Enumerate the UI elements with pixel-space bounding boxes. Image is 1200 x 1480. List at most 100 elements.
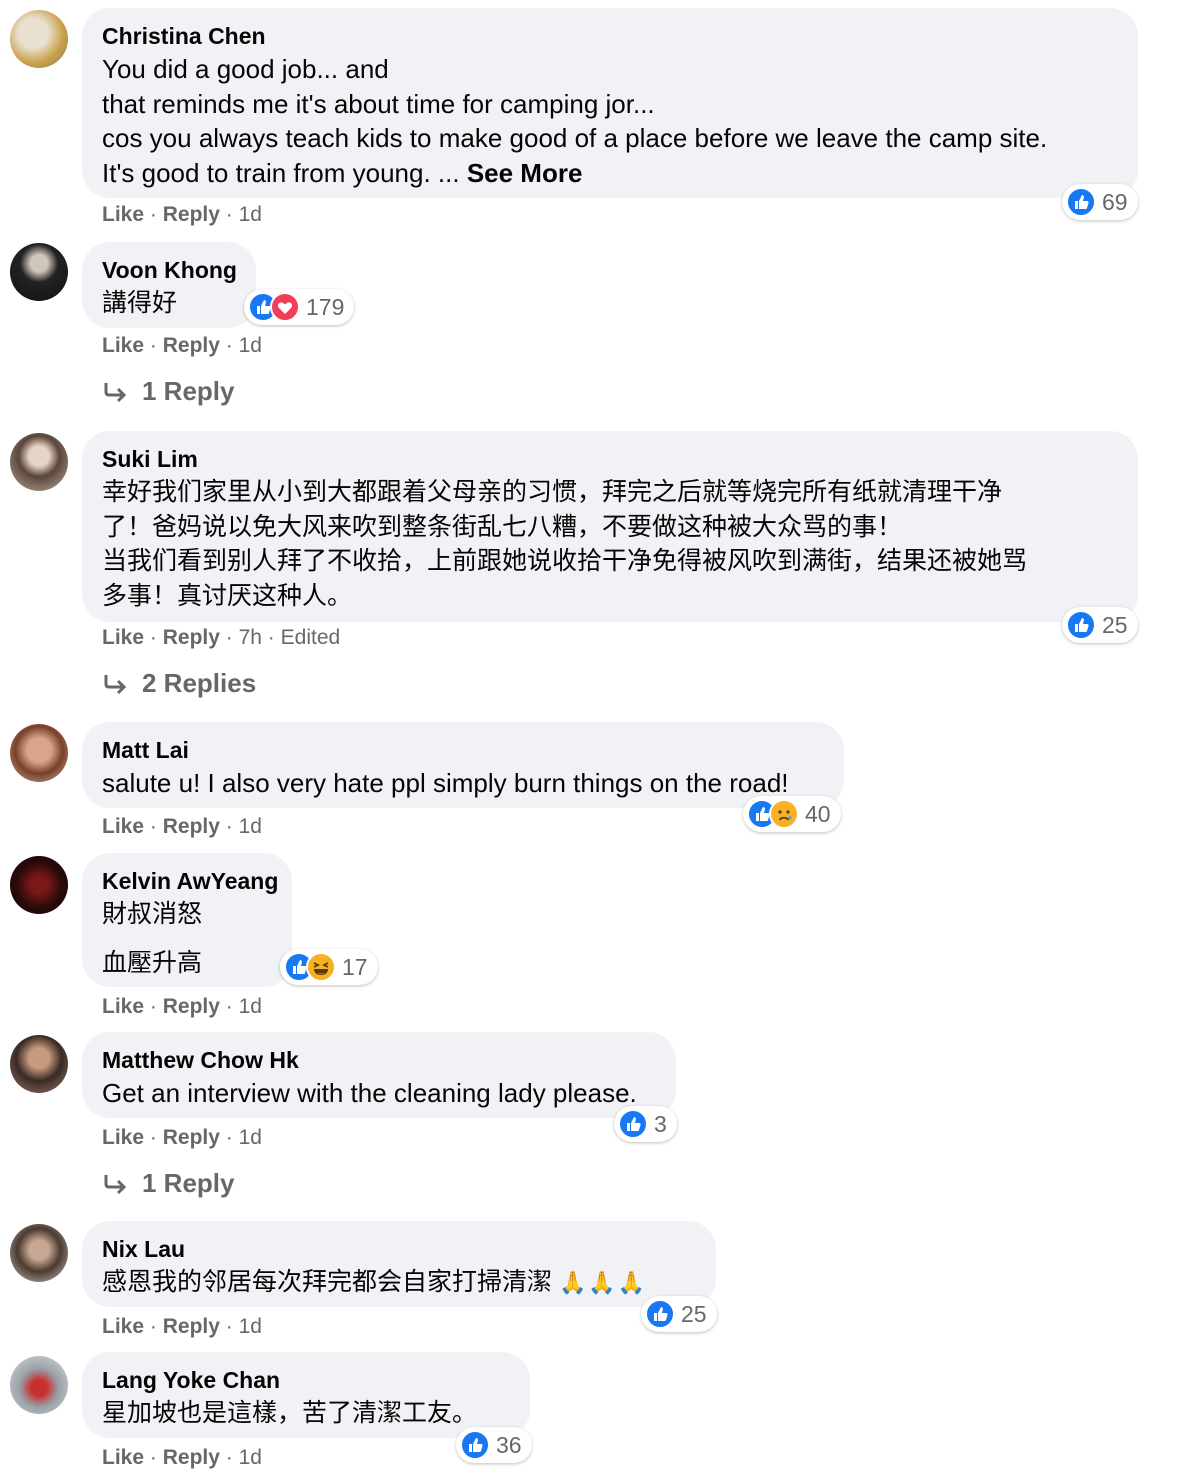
reaction-summary[interactable]: 3: [614, 1106, 677, 1142]
comment-author[interactable]: Lang Yoke Chan: [102, 1364, 510, 1396]
comment-actions: Like · Reply · 1d: [102, 995, 262, 1019]
reply-link[interactable]: Reply: [163, 1446, 220, 1469]
separator: ·: [267, 626, 275, 649]
like-reaction-icon: [645, 1299, 675, 1329]
like-link[interactable]: Like: [102, 1446, 144, 1469]
separator: ·: [149, 1446, 157, 1469]
like-link[interactable]: Like: [102, 995, 144, 1018]
reaction-count: 69: [1102, 188, 1128, 215]
separator: ·: [149, 995, 157, 1018]
replies-count-label: 1 Reply: [142, 376, 235, 406]
avatar[interactable]: [10, 1224, 68, 1282]
separator: ·: [225, 1446, 233, 1469]
reply-link[interactable]: Reply: [163, 995, 220, 1018]
avatar[interactable]: [10, 1035, 68, 1093]
reply-link[interactable]: Reply: [163, 1126, 220, 1149]
comment-timestamp[interactable]: 1d: [239, 1126, 262, 1149]
reply-link[interactable]: Reply: [163, 815, 220, 838]
separator: ·: [225, 995, 233, 1018]
comment-author[interactable]: Nix Lau: [102, 1233, 696, 1265]
comment-bubble: Matthew Chow Hk Get an interview with th…: [82, 1032, 676, 1118]
separator: ·: [225, 1315, 233, 1338]
reaction-summary[interactable]: 25: [1062, 607, 1138, 643]
comment-bubble: Matt Lai salute u! I also very hate ppl …: [82, 722, 844, 808]
reply-link[interactable]: Reply: [163, 1315, 220, 1338]
comment-author[interactable]: Voon Khong: [102, 254, 237, 286]
comment-timestamp[interactable]: 1d: [239, 203, 262, 226]
avatar[interactable]: [10, 856, 68, 914]
comment-text-line: 当我们看到别人拜了不收拾，上前跟她说收拾干净免得被风吹到满街，结果还被她骂: [102, 547, 1028, 575]
view-replies-link[interactable]: 1 Reply: [102, 376, 235, 407]
reaction-summary[interactable]: 36: [456, 1427, 532, 1463]
avatar[interactable]: [10, 1356, 68, 1414]
like-reaction-icon: [1066, 610, 1096, 640]
comment-author[interactable]: Christina Chen: [102, 20, 1118, 52]
comment-timestamp[interactable]: 7h: [239, 626, 262, 649]
replies-count-label: 1 Reply: [142, 1168, 235, 1198]
separator: ·: [149, 1126, 157, 1149]
reaction-summary[interactable]: 17: [280, 949, 378, 985]
separator: ·: [149, 203, 157, 226]
like-link[interactable]: Like: [102, 203, 144, 226]
comment-timestamp[interactable]: 1d: [239, 334, 262, 357]
reaction-summary[interactable]: 25: [641, 1296, 717, 1332]
comment-author[interactable]: Matt Lai: [102, 734, 824, 766]
comment-actions: Like · Reply · 1d: [102, 1126, 262, 1150]
reaction-count: 179: [306, 293, 345, 320]
comment-text-fragment: 感恩我的邻居每次拜完都会自家打掃清潔: [102, 1268, 553, 1296]
comment-text-line: 財叔消怒: [102, 900, 203, 928]
like-link[interactable]: Like: [102, 1315, 144, 1338]
reaction-count: 3: [654, 1110, 667, 1137]
comment-bubble: Nix Lau 感恩我的邻居每次拜完都会自家打掃清潔 🙏🙏🙏: [82, 1221, 716, 1307]
view-replies-link[interactable]: 2 Replies: [102, 668, 256, 699]
comment-bubble: Voon Khong 講得好: [82, 242, 256, 328]
reply-link[interactable]: Reply: [163, 203, 220, 226]
reaction-summary[interactable]: 179: [244, 289, 355, 325]
like-reaction-icon: [1066, 187, 1096, 217]
comment-text-line: 講得好: [102, 289, 178, 317]
like-reaction-icon: [460, 1430, 490, 1460]
see-more-link[interactable]: See More: [467, 158, 583, 188]
reaction-count: 25: [681, 1300, 707, 1327]
comment-author[interactable]: Matthew Chow Hk: [102, 1044, 656, 1076]
comment-text-line: 了！爸妈说以免大风来吹到整条街乱七八糟，不要做这种被大众骂的事！: [102, 512, 903, 541]
comment-text-line: 多事！真讨厌这种人。: [102, 581, 353, 610]
comment-author[interactable]: Suki Lim: [102, 443, 1118, 475]
separator: ·: [225, 203, 233, 226]
edited-label[interactable]: Edited: [281, 626, 341, 649]
like-link[interactable]: Like: [102, 334, 144, 357]
replies-count-label: 2 Replies: [142, 668, 257, 698]
like-link[interactable]: Like: [102, 1126, 144, 1149]
reaction-summary[interactable]: 40: [743, 796, 841, 832]
separator: ·: [225, 626, 233, 649]
comment-text-line: 血壓升高: [102, 948, 203, 977]
comment-actions: Like · Reply · 1d: [102, 815, 262, 839]
comment-timestamp[interactable]: 1d: [239, 815, 262, 838]
separator: ·: [149, 815, 157, 838]
separator: ·: [149, 334, 157, 357]
reply-arrow-icon: [104, 1174, 127, 1194]
comment-timestamp[interactable]: 1d: [239, 1315, 262, 1338]
comment-actions: Like · Reply · 7h · Edited: [102, 626, 340, 650]
reply-link[interactable]: Reply: [163, 334, 220, 357]
avatar[interactable]: [10, 243, 68, 301]
reaction-count: 17: [342, 953, 368, 980]
separator: ·: [225, 1126, 233, 1149]
separator: ·: [225, 815, 233, 838]
view-replies-link[interactable]: 1 Reply: [102, 1168, 235, 1199]
like-link[interactable]: Like: [102, 626, 144, 649]
avatar[interactable]: [10, 724, 68, 782]
avatar[interactable]: [10, 10, 68, 68]
love-reaction-icon: [270, 292, 300, 322]
reply-link[interactable]: Reply: [163, 626, 220, 649]
avatar[interactable]: [10, 433, 68, 491]
like-reaction-icon: [618, 1109, 648, 1139]
comment-author[interactable]: Kelvin AwYeang: [102, 865, 278, 897]
comment-text-line: salute u! I also very hate ppl simply bu…: [102, 768, 789, 798]
comment-timestamp[interactable]: 1d: [239, 995, 262, 1018]
comment-actions: Like · Reply · 1d: [102, 1315, 262, 1339]
reaction-summary[interactable]: 69: [1062, 184, 1138, 220]
separator: ·: [149, 1315, 157, 1338]
like-link[interactable]: Like: [102, 815, 144, 838]
comment-timestamp[interactable]: 1d: [239, 1446, 262, 1469]
